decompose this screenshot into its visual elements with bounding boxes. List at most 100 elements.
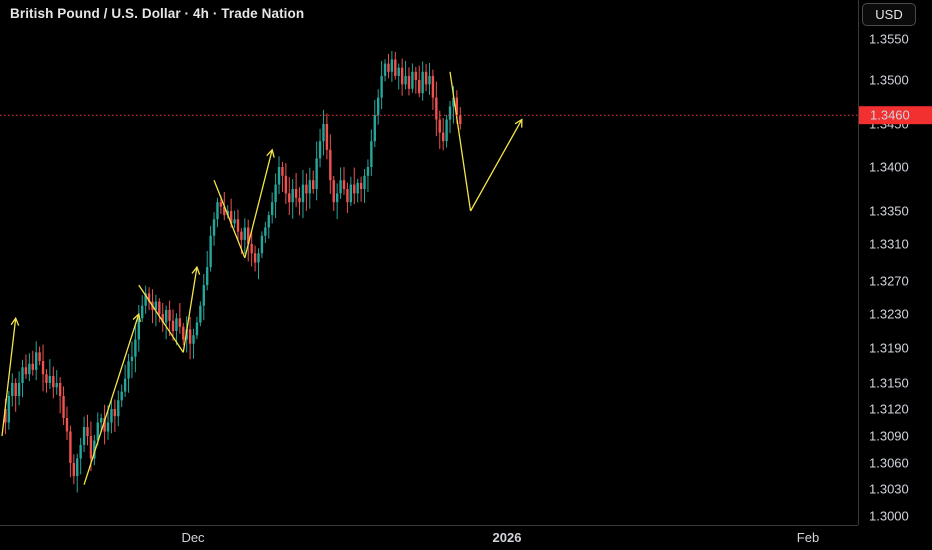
candle-up <box>377 97 380 116</box>
candle-down <box>250 244 253 254</box>
svg-text:1.3460: 1.3460 <box>870 108 910 123</box>
candle-up <box>243 227 247 240</box>
candle-up <box>76 458 79 476</box>
candle-up <box>383 63 387 76</box>
candle-up <box>130 356 134 362</box>
candle-down <box>62 396 65 418</box>
candle-up <box>349 184 353 203</box>
candle-down <box>31 363 34 370</box>
candle-up <box>404 75 407 85</box>
candle-up <box>216 202 219 220</box>
candle-down <box>219 202 223 207</box>
candle-down <box>332 180 335 203</box>
candle-up <box>277 167 281 185</box>
candle-down <box>407 75 411 89</box>
candle-down <box>188 329 192 344</box>
candle-down <box>294 189 298 198</box>
candle-up <box>21 367 24 383</box>
candle-up <box>175 318 178 331</box>
candle-up <box>11 383 14 396</box>
currency-button[interactable]: USD <box>862 3 916 26</box>
candle-up <box>117 400 120 417</box>
trend-arrow[interactable] <box>469 119 523 212</box>
y-tick-label: 1.3000 <box>869 509 909 524</box>
candle-up <box>7 396 11 423</box>
y-tick-label: 1.3090 <box>869 429 909 444</box>
candle-down <box>298 197 301 203</box>
candle-up <box>363 175 366 189</box>
candle-up <box>274 184 277 203</box>
candle-up <box>421 71 424 94</box>
candle-down <box>178 318 182 327</box>
candle-up <box>110 409 113 423</box>
candle-down <box>52 376 55 388</box>
price-chart[interactable]: 1.35501.35001.34501.34001.33501.33101.32… <box>0 0 932 550</box>
candle-down <box>325 124 329 150</box>
y-tick-label: 1.3120 <box>869 402 909 417</box>
trend-arrow[interactable] <box>244 149 273 259</box>
candle-down <box>182 326 185 340</box>
trend-arrow[interactable] <box>83 313 140 485</box>
candle-up <box>318 141 322 159</box>
trend-line[interactable] <box>449 71 472 212</box>
current-price-label: 1.3460 <box>859 106 932 125</box>
candle-down <box>171 320 175 331</box>
y-tick-label: 1.3150 <box>869 376 909 391</box>
candle-up <box>264 227 267 236</box>
candle-down <box>58 383 62 396</box>
candle-up <box>233 219 236 224</box>
candle-down <box>387 63 390 72</box>
candle-down <box>24 367 28 375</box>
candle-down <box>284 175 288 194</box>
candle-up <box>141 305 144 319</box>
candlestick-series <box>4 50 462 493</box>
candle-up <box>370 141 373 167</box>
candle-down <box>441 132 445 142</box>
candle-up <box>335 193 339 203</box>
candle-down <box>240 231 243 240</box>
y-tick-label: 1.3400 <box>869 160 909 175</box>
candle-down <box>72 463 76 476</box>
candle-up <box>260 235 264 254</box>
candle-down <box>113 409 117 417</box>
candle-down <box>236 219 240 232</box>
candle-down <box>168 309 171 321</box>
candle-down <box>312 180 315 189</box>
candle-up <box>195 322 199 336</box>
candle-up <box>257 253 260 263</box>
candle-up <box>356 182 359 194</box>
candle-down <box>253 253 257 263</box>
candle-down <box>435 97 438 120</box>
candle-up <box>267 215 270 228</box>
candle-up <box>202 285 205 306</box>
candle-up <box>79 445 82 459</box>
y-tick-label: 1.3500 <box>869 73 909 88</box>
candle-up <box>445 119 448 142</box>
candle-down <box>329 149 332 181</box>
candle-down <box>288 193 291 203</box>
candle-up <box>28 363 31 375</box>
y-tick-label: 1.3230 <box>869 307 909 322</box>
candle-up <box>192 335 195 344</box>
candle-down <box>346 189 349 203</box>
y-tick-label: 1.3060 <box>869 456 909 471</box>
chart-title: British Pound / U.S. Dollar · 4h · Trade… <box>10 6 305 21</box>
candle-up <box>199 305 202 323</box>
candle-down <box>14 383 17 396</box>
x-tick-label: Feb <box>797 530 819 545</box>
candle-up <box>301 184 305 203</box>
candle-up <box>99 418 103 423</box>
candle-down <box>394 59 397 76</box>
candle-up <box>315 158 318 189</box>
candle-up <box>120 391 123 401</box>
candle-down <box>45 374 48 383</box>
candle-up <box>397 67 400 76</box>
candle-up <box>212 219 216 236</box>
candle-down <box>424 71 428 85</box>
candle-up <box>17 383 21 396</box>
candle-up <box>164 309 168 323</box>
candle-up <box>134 339 137 357</box>
candle-down <box>65 418 69 432</box>
x-tick-label: Dec <box>181 530 205 545</box>
candle-down <box>69 431 72 463</box>
